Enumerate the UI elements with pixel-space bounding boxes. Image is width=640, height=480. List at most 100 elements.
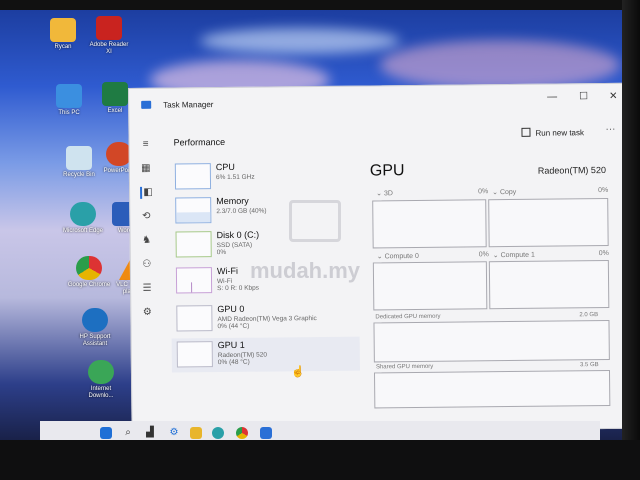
resource-item-gpu1[interactable]: GPU 1 Radeon(TM) 520 0% (48 °C): [171, 336, 360, 373]
resource-sub: AMD Radeon(TM) Vega 3 Graphic 0% (44 °C): [217, 315, 317, 331]
app-history-icon[interactable]: ⟲: [140, 211, 152, 223]
task-manager-window: Task Manager — ☐ ✕ ≡ ▦ ◧ ⟲ ♞ ⚇ ☰ ⚙ Perfo…: [128, 82, 632, 434]
edge-taskbar-icon[interactable]: [212, 427, 224, 439]
graph-compute0: [372, 261, 488, 311]
shared-memory-max: 3.5 GB: [579, 362, 599, 369]
windows-start-icon[interactable]: [100, 427, 112, 439]
monitor-bezel: [622, 0, 640, 480]
dedicated-memory-label: Dedicated GPU memory: [375, 313, 441, 321]
run-new-task-button[interactable]: Run new task: [521, 127, 584, 138]
nav-sidebar: ≡ ▦ ◧ ⟲ ♞ ⚇ ☰ ⚙: [129, 119, 164, 431]
desktop-icon-label: Adobe Reader XI: [89, 42, 129, 55]
graph-compute0-label: ⌄ Compute 0: [376, 252, 419, 261]
window-title: Task Manager: [163, 100, 214, 110]
resource-item-gpu0[interactable]: GPU 0 AMD Radeon(TM) Vega 3 Graphic 0% (…: [171, 301, 359, 337]
graph-pct: 0%: [478, 251, 489, 259]
resource-item-cpu[interactable]: CPU 6% 1.51 GHz: [170, 159, 358, 195]
performance-icon[interactable]: ◧: [140, 186, 155, 199]
graph-pct: 0%: [478, 188, 489, 196]
close-button[interactable]: ✕: [609, 91, 618, 102]
widgets-icon[interactable]: ▟: [144, 427, 156, 439]
more-options-icon[interactable]: ···: [605, 124, 615, 135]
gpu-adapter-name: Radeon(TM) 520: [537, 164, 606, 176]
desktop-icon-adobe-reader[interactable]: Adobe Reader XI: [86, 16, 132, 56]
memory-sparkline: [175, 197, 212, 224]
graph-compute1-label: ⌄ Compute 1: [492, 251, 535, 260]
page-title: Performance: [173, 136, 226, 148]
cloud: [200, 28, 400, 54]
chrome-taskbar-icon[interactable]: [236, 427, 248, 439]
minimize-button[interactable]: —: [547, 92, 557, 103]
graph-copy-label: ⌄ Copy: [492, 188, 517, 197]
mouse-cursor-icon: ☝: [291, 366, 305, 378]
maximize-button[interactable]: ☐: [579, 91, 588, 102]
desktop-icon-label: Microsoft Edge: [62, 228, 104, 234]
hamburger-menu-icon[interactable]: ≡: [140, 139, 152, 151]
desktop-icon-hp-support[interactable]: HP Support Assistant: [72, 308, 118, 348]
desktop-screen: Rycan Adobe Reader XI This PC Excel Recy…: [0, 0, 640, 480]
users-icon[interactable]: ⚇: [141, 259, 153, 271]
graph-3d-label: ⌄ 3D: [376, 190, 393, 198]
graph-label: Compute 0: [384, 252, 419, 261]
detail-title: GPU: [369, 162, 405, 180]
folder-icon: [50, 18, 76, 42]
services-icon[interactable]: ⚙: [141, 307, 153, 319]
disk-sparkline: [175, 231, 212, 258]
graph-label: 3D: [383, 190, 393, 198]
dedicated-memory-graph: [373, 319, 610, 363]
details-icon[interactable]: ☰: [141, 283, 153, 295]
edge-icon: [70, 202, 96, 226]
desktop-icon-label: Google Chrome: [67, 282, 111, 288]
desktop-icon-edge[interactable]: Microsoft Edge: [60, 202, 106, 235]
resource-sub: Radeon(TM) 520 0% (48 °C): [217, 351, 267, 367]
title-bar[interactable]: Task Manager — ☐ ✕: [129, 84, 627, 119]
pdf-icon: [96, 16, 122, 40]
processes-icon[interactable]: ▦: [140, 163, 152, 175]
desktop-icon-chrome[interactable]: Google Chrome: [66, 256, 112, 289]
desktop-icon-label: Internet Downlo...: [88, 386, 114, 399]
resource-sub: SSD (SATA) 0%: [216, 241, 253, 257]
settings-icon[interactable]: ⚙: [168, 427, 180, 439]
resource-name: GPU 1: [217, 339, 245, 351]
resource-name: Disk 0 (C:): [216, 229, 260, 241]
monitor-bezel: [0, 440, 640, 480]
dedicated-memory-max: 2.0 GB: [579, 312, 599, 319]
desktop-icon-label: Rycan: [54, 44, 72, 50]
file-explorer-icon[interactable]: [190, 427, 202, 439]
gpu0-sparkline: [176, 305, 213, 332]
resource-name: GPU 0: [217, 303, 245, 315]
startup-apps-icon[interactable]: ♞: [141, 235, 153, 247]
gpu1-sparkline: [176, 341, 213, 368]
wifi-sparkline: [175, 267, 213, 294]
shared-memory-graph: [373, 369, 611, 409]
run-task-icon: [521, 127, 531, 137]
cpu-sparkline: [174, 163, 212, 190]
monitor-bezel: [0, 0, 640, 10]
desktop-icon-rycan[interactable]: Rycan: [40, 18, 86, 51]
watermark-logo: [289, 200, 341, 242]
task-manager-icon: [141, 100, 152, 109]
resource-sub: 6% 1.51 GHz: [215, 173, 255, 182]
graph-pct: 0%: [598, 186, 609, 195]
chrome-icon: [76, 256, 102, 280]
graph-copy: [488, 197, 609, 248]
graph-label: Copy: [499, 188, 517, 197]
resource-sub: 2.3/7.0 GB (40%): [216, 207, 267, 216]
excel-icon: [102, 82, 128, 106]
watermark-text: mudah.my: [250, 258, 361, 283]
shared-memory-label: Shared GPU memory: [375, 363, 434, 371]
run-new-task-label: Run new task: [535, 128, 585, 138]
task-manager-taskbar-icon[interactable]: [260, 427, 272, 439]
recycle-bin-icon: [66, 146, 92, 170]
help-icon: [82, 308, 108, 332]
download-icon: [88, 360, 114, 384]
resource-name: Wi-Fi: [216, 265, 238, 277]
search-icon[interactable]: ⌕: [122, 427, 134, 439]
resource-name: Memory: [216, 195, 249, 207]
desktop-icon-internet-download[interactable]: Internet Downlo...: [78, 360, 124, 400]
monitor-icon: [56, 84, 82, 108]
resource-name: CPU: [215, 161, 235, 173]
graph-compute1: [488, 259, 610, 310]
graph-label: Compute 1: [500, 251, 535, 260]
desktop-icon-this-pc[interactable]: This PC: [46, 84, 92, 117]
